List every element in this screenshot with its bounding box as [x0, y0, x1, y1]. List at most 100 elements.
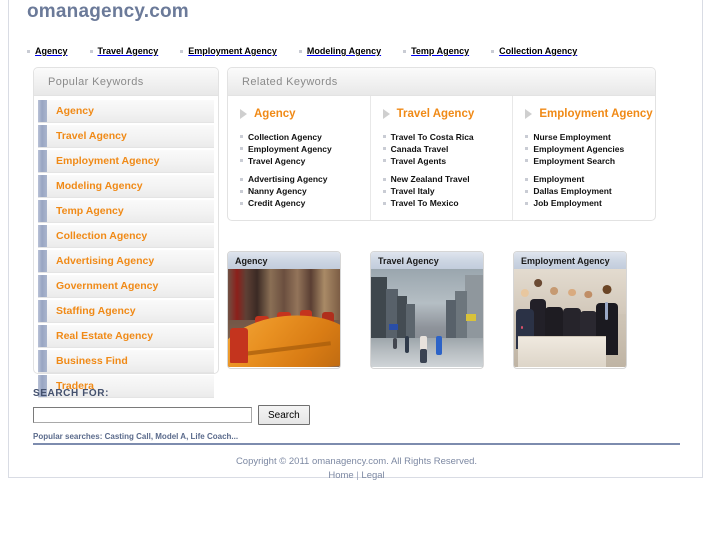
sidebar-item-label: Temp Agency — [56, 205, 124, 217]
related-link[interactable]: Travel To Costa Rica — [382, 131, 513, 143]
bullet-icon — [240, 189, 243, 193]
accent-bar-icon — [38, 225, 47, 247]
street-pavement — [371, 337, 483, 367]
related-link-group: Advertising Agency Nanny Agency Credit A… — [240, 174, 370, 210]
related-link[interactable]: Nurse Employment — [525, 131, 655, 143]
topnav-item-modeling-agency[interactable]: Modeling Agency — [298, 46, 382, 56]
sidebar-item-modeling-agency[interactable]: Modeling Agency — [38, 175, 214, 198]
related-column-heading-employment-agency[interactable]: Employment Agency — [525, 104, 655, 124]
sidebar-item-staffing-agency[interactable]: Staffing Agency — [38, 300, 214, 323]
search-button[interactable]: Search — [258, 405, 310, 425]
sidebar-item-travel-agency[interactable]: Travel Agency — [38, 125, 214, 148]
sidebar-item-business-find[interactable]: Business Find — [38, 350, 214, 373]
related-link[interactable]: Job Employment — [525, 198, 655, 210]
related-link[interactable]: Canada Travel — [382, 143, 513, 155]
related-link-label: Collection Agency — [248, 131, 322, 142]
topnav-item-travel-agency[interactable]: Travel Agency — [89, 46, 159, 56]
related-link-label: Employment Agencies — [533, 143, 625, 154]
conference-room-image — [228, 269, 340, 367]
related-link[interactable]: Advertising Agency — [240, 174, 370, 186]
related-column-agency: Agency Collection Agency Employment Agen… — [228, 96, 371, 220]
sidebar-item-label: Modeling Agency — [56, 180, 143, 192]
related-link[interactable]: New Zealand Travel — [382, 174, 513, 186]
sidebar-item-collection-agency[interactable]: Collection Agency — [38, 225, 214, 248]
head — [550, 286, 559, 295]
sidebar-item-advertising-agency[interactable]: Advertising Agency — [38, 250, 214, 273]
footer-link-home[interactable]: Home — [328, 470, 353, 481]
image-card-caption-bar: Employment Agency — [514, 252, 626, 269]
related-keywords-title: Related Keywords — [242, 75, 338, 88]
accent-bar-icon — [38, 125, 47, 147]
footer-links: Home | Legal — [33, 470, 680, 481]
search-label: SEARCH FOR: — [33, 388, 110, 399]
popular-searches-text[interactable]: Popular searches: Casting Call, Model A,… — [33, 432, 433, 441]
related-link-label: Travel Agency — [248, 155, 306, 166]
related-link[interactable]: Employment — [525, 174, 655, 186]
accent-bar-icon — [38, 300, 47, 322]
site-logo[interactable]: omanagency.com — [27, 1, 189, 23]
topnav-item-collection-agency[interactable]: Collection Agency — [491, 46, 577, 56]
related-link[interactable]: Credit Agency — [240, 198, 370, 210]
related-link[interactable]: Travel Agents — [382, 155, 513, 167]
image-card-row: Agency Travel Agency Employment Agency — [227, 251, 656, 369]
related-link-label: Advertising Agency — [248, 174, 328, 185]
accent-bar-icon — [38, 100, 47, 122]
bullet-icon — [240, 159, 243, 163]
triangle-right-icon — [382, 109, 390, 119]
bullet-icon — [89, 49, 93, 53]
related-heading-label: Agency — [254, 108, 296, 120]
bullet-icon — [382, 147, 386, 151]
sidebar-item-label: Agency — [56, 105, 94, 117]
city-street-image — [371, 269, 483, 367]
sidebar-item-label: Government Agency — [56, 280, 159, 292]
bullet-icon — [525, 189, 529, 193]
search-input[interactable] — [33, 407, 252, 423]
bullet-icon — [240, 135, 243, 139]
related-link-group: Nurse Employment Employment Agencies Emp… — [525, 131, 655, 167]
sidebar-item-agency[interactable]: Agency — [38, 100, 214, 123]
bullet-icon — [525, 147, 529, 151]
topnav-item-label: Agency — [35, 46, 68, 56]
related-heading-label: Employment Agency — [539, 108, 653, 120]
related-column-heading-travel-agency[interactable]: Travel Agency — [382, 104, 513, 124]
related-link[interactable]: Travel Agency — [240, 155, 370, 167]
related-link[interactable]: Dallas Employment — [525, 186, 655, 198]
sidebar-item-label: Collection Agency — [56, 230, 148, 242]
topnav-item-label: Travel Agency — [97, 46, 159, 56]
sidebar-item-government-agency[interactable]: Government Agency — [38, 275, 214, 298]
sidebar-item-label: Staffing Agency — [56, 305, 136, 317]
sidebar-item-temp-agency[interactable]: Temp Agency — [38, 200, 214, 223]
related-link-label: Travel To Mexico — [390, 198, 459, 209]
bullet-icon — [525, 201, 529, 205]
image-card-employment-agency[interactable]: Employment Agency — [513, 251, 627, 369]
topnav-item-label: Modeling Agency — [306, 46, 382, 56]
related-link[interactable]: Collection Agency — [240, 131, 370, 143]
image-card-agency[interactable]: Agency — [227, 251, 341, 369]
related-link-label: Employment Agency — [248, 143, 332, 154]
image-card-travel-agency[interactable]: Travel Agency — [370, 251, 484, 369]
related-link-label: Job Employment — [533, 198, 602, 209]
sidebar-item-employment-agency[interactable]: Employment Agency — [38, 150, 214, 173]
building — [371, 276, 387, 340]
bullet-icon — [382, 189, 386, 193]
related-link[interactable]: Employment Agencies — [525, 143, 655, 155]
sidebar-item-label: Real Estate Agency — [56, 330, 154, 342]
related-link[interactable]: Employment Agency — [240, 143, 370, 155]
bullet-icon — [240, 177, 243, 181]
topnav-item-temp-agency[interactable]: Temp Agency — [403, 46, 469, 56]
related-link-group: Employment Dallas Employment Job Employm… — [525, 174, 655, 210]
topnav-item-employment-agency[interactable]: Employment Agency — [180, 46, 277, 56]
sidebar-item-label: Travel Agency — [56, 130, 127, 142]
sidebar-item-real-estate-agency[interactable]: Real Estate Agency — [38, 325, 214, 348]
related-link[interactable]: Employment Search — [525, 155, 655, 167]
related-column-heading-agency[interactable]: Agency — [240, 104, 370, 124]
related-link[interactable]: Travel To Mexico — [382, 198, 513, 210]
topnav-item-agency[interactable]: Agency — [27, 46, 68, 56]
related-link-group: New Zealand Travel Travel Italy Travel T… — [382, 174, 513, 210]
footer-link-legal[interactable]: Legal — [361, 470, 384, 481]
reception-counter — [518, 335, 606, 367]
related-link[interactable]: Nanny Agency — [240, 186, 370, 198]
topnav-item-label: Temp Agency — [411, 46, 470, 56]
related-link[interactable]: Travel Italy — [382, 186, 513, 198]
pedestrian — [404, 335, 410, 354]
